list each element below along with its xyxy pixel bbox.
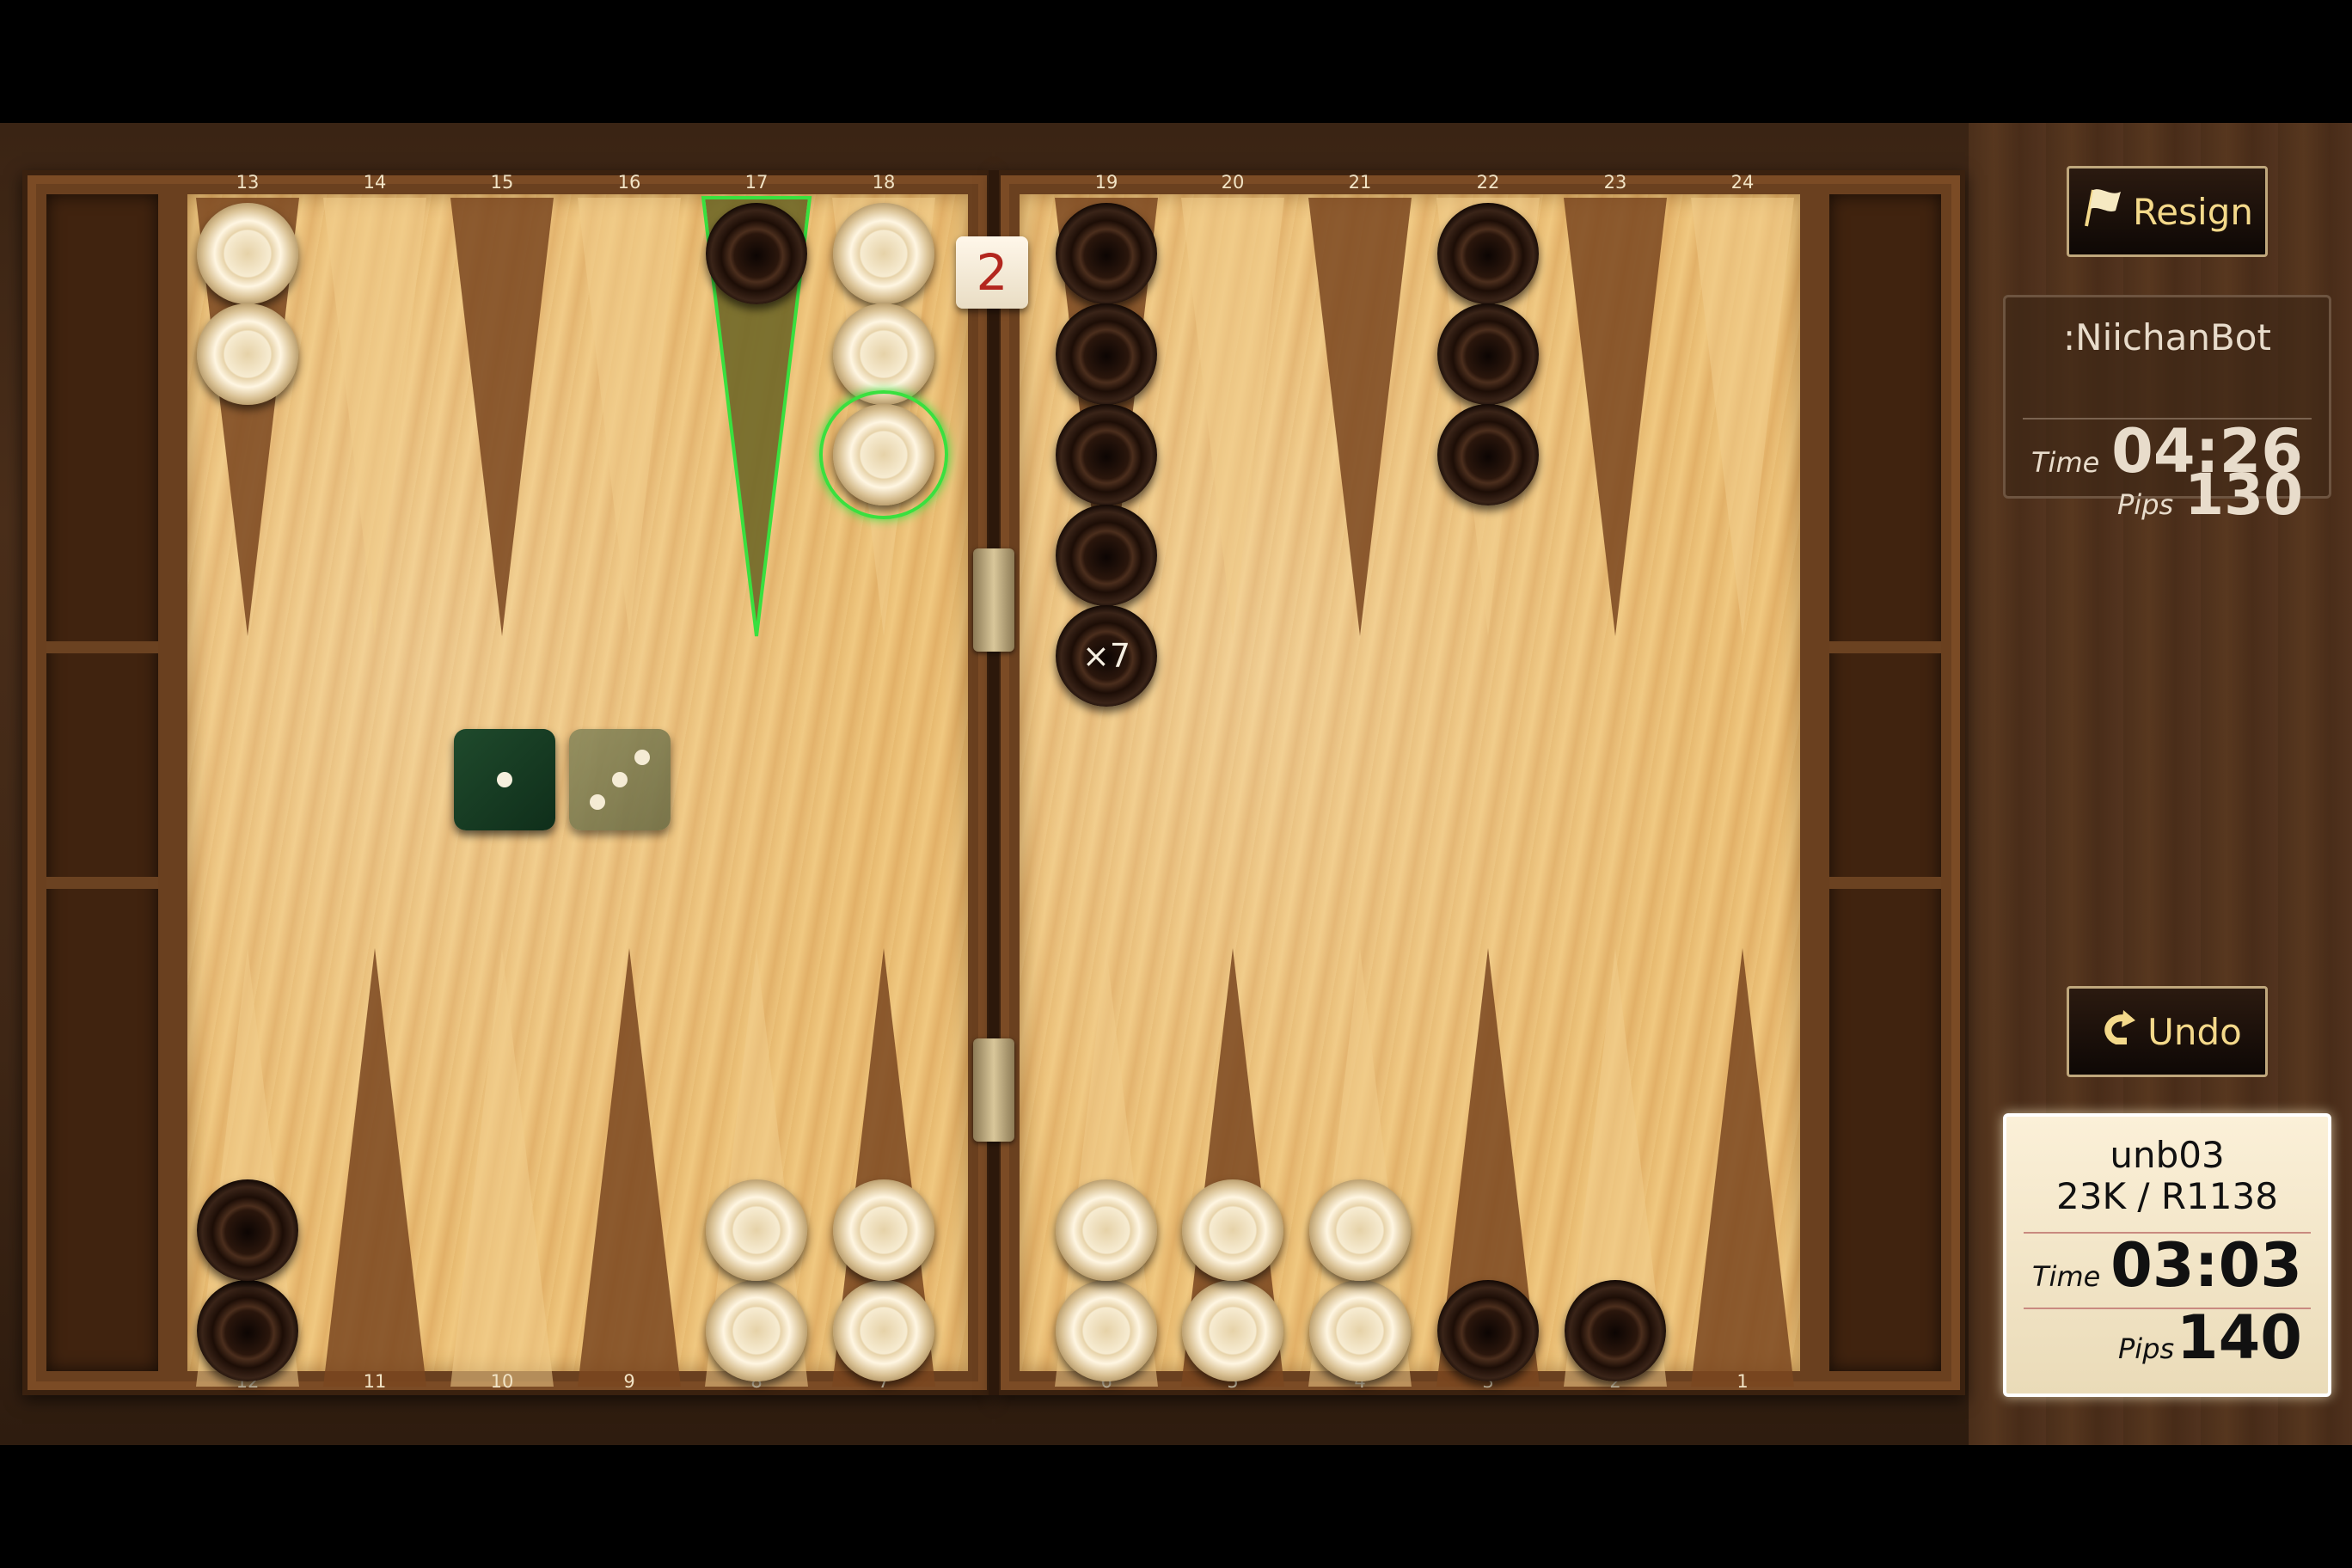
player-time: 03:03 bbox=[2110, 1230, 2302, 1301]
white-checker[interactable] bbox=[706, 1179, 807, 1281]
point-number-16: 16 bbox=[617, 172, 641, 193]
white-checker[interactable] bbox=[1309, 1280, 1411, 1381]
selected-checker-ring[interactable] bbox=[819, 390, 948, 519]
point-15[interactable] bbox=[450, 198, 554, 636]
point-number-11: 11 bbox=[363, 1371, 387, 1392]
point-23[interactable] bbox=[1564, 198, 1667, 636]
point-1[interactable] bbox=[1691, 948, 1794, 1387]
white-checker[interactable] bbox=[1056, 1179, 1157, 1281]
black-checker[interactable] bbox=[197, 1179, 298, 1281]
player-pips-label: Pips bbox=[2118, 1332, 2175, 1365]
black-checker[interactable] bbox=[197, 1280, 298, 1381]
opponent-pips: 130 bbox=[2184, 462, 2303, 528]
point-number-22: 22 bbox=[1476, 172, 1500, 193]
black-checker[interactable] bbox=[1056, 203, 1157, 304]
point-9[interactable] bbox=[578, 948, 681, 1387]
point-20[interactable] bbox=[1181, 198, 1284, 636]
player-name: unb03 bbox=[2110, 1134, 2225, 1176]
point-number-23: 23 bbox=[1603, 172, 1627, 193]
point-number-20: 20 bbox=[1221, 172, 1245, 193]
opponent-pips-label: Pips bbox=[2117, 488, 2174, 521]
doubling-cube[interactable]: 2 bbox=[956, 236, 1028, 309]
point-16[interactable] bbox=[578, 198, 681, 636]
point-number-1: 1 bbox=[1736, 1371, 1749, 1392]
point-number-19: 19 bbox=[1094, 172, 1118, 193]
die-1[interactable] bbox=[454, 729, 555, 830]
white-checker[interactable] bbox=[706, 1280, 807, 1381]
point-number-24: 24 bbox=[1730, 172, 1755, 193]
point-number-9: 9 bbox=[623, 1371, 635, 1392]
white-checker[interactable] bbox=[197, 303, 298, 405]
player-panel: unb03 23K / R1138 Time 03:03 Pips 140 bbox=[2003, 1113, 2331, 1397]
white-checker[interactable] bbox=[1182, 1280, 1283, 1381]
white-checker[interactable] bbox=[833, 1179, 934, 1281]
point-number-10: 10 bbox=[490, 1371, 514, 1392]
point-24[interactable] bbox=[1691, 198, 1794, 636]
opponent-panel: :NiichanBot Time 04:26 Pips 130 bbox=[2003, 295, 2331, 528]
black-checker[interactable] bbox=[1437, 203, 1539, 304]
point-14[interactable] bbox=[323, 198, 426, 636]
resign-button[interactable]: Resign bbox=[2067, 166, 2268, 257]
board-points[interactable] bbox=[0, 123, 2352, 1445]
undo-label: Undo bbox=[2147, 1010, 2242, 1053]
point-number-21: 21 bbox=[1348, 172, 1372, 193]
die-pip bbox=[590, 793, 606, 810]
point-number-14: 14 bbox=[363, 172, 387, 193]
black-checker[interactable] bbox=[1056, 303, 1157, 405]
resign-label: Resign bbox=[2133, 190, 2253, 233]
black-checker[interactable] bbox=[1437, 303, 1539, 405]
die-pip bbox=[612, 772, 628, 787]
undo-button[interactable]: Undo bbox=[2067, 986, 2268, 1077]
flag-icon bbox=[2081, 185, 2126, 238]
white-checker[interactable] bbox=[1056, 1280, 1157, 1381]
die-2[interactable] bbox=[569, 729, 671, 830]
opponent-time-label: Time bbox=[2031, 446, 2100, 479]
black-checker[interactable] bbox=[706, 203, 807, 304]
stack-count-label: ×7 bbox=[1081, 637, 1131, 675]
player-time-label: Time bbox=[2032, 1260, 2101, 1293]
white-checker[interactable] bbox=[833, 1280, 934, 1381]
point-10[interactable] bbox=[450, 948, 554, 1387]
black-checker[interactable] bbox=[1437, 404, 1539, 505]
point-number-13: 13 bbox=[236, 172, 260, 193]
point-number-18: 18 bbox=[872, 172, 896, 193]
white-checker[interactable] bbox=[1182, 1179, 1283, 1281]
point-21[interactable] bbox=[1308, 198, 1412, 636]
white-checker[interactable] bbox=[197, 203, 298, 304]
black-checker[interactable] bbox=[1565, 1280, 1666, 1381]
black-checker[interactable] bbox=[1437, 1280, 1539, 1381]
black-checker[interactable] bbox=[1056, 404, 1157, 505]
die-pip bbox=[497, 772, 512, 787]
player-rank: 23K / R1138 bbox=[2056, 1175, 2278, 1217]
point-11[interactable] bbox=[323, 948, 426, 1387]
opponent-name: :NiichanBot bbox=[2063, 316, 2271, 358]
game-area: 13 12 14 11 15 10 16 9 17 8 18 7 19 6 20 5 21 4 22 3 23 2 24 1 … bbox=[0, 123, 2352, 1445]
white-checker[interactable] bbox=[1309, 1179, 1411, 1281]
undo-icon bbox=[2092, 1003, 2141, 1060]
point-number-15: 15 bbox=[490, 172, 514, 193]
black-checker[interactable] bbox=[1056, 505, 1157, 606]
die-pip bbox=[634, 750, 650, 766]
player-pips: 140 bbox=[2176, 1302, 2302, 1373]
white-checker[interactable] bbox=[833, 203, 934, 304]
point-number-17: 17 bbox=[744, 172, 769, 193]
